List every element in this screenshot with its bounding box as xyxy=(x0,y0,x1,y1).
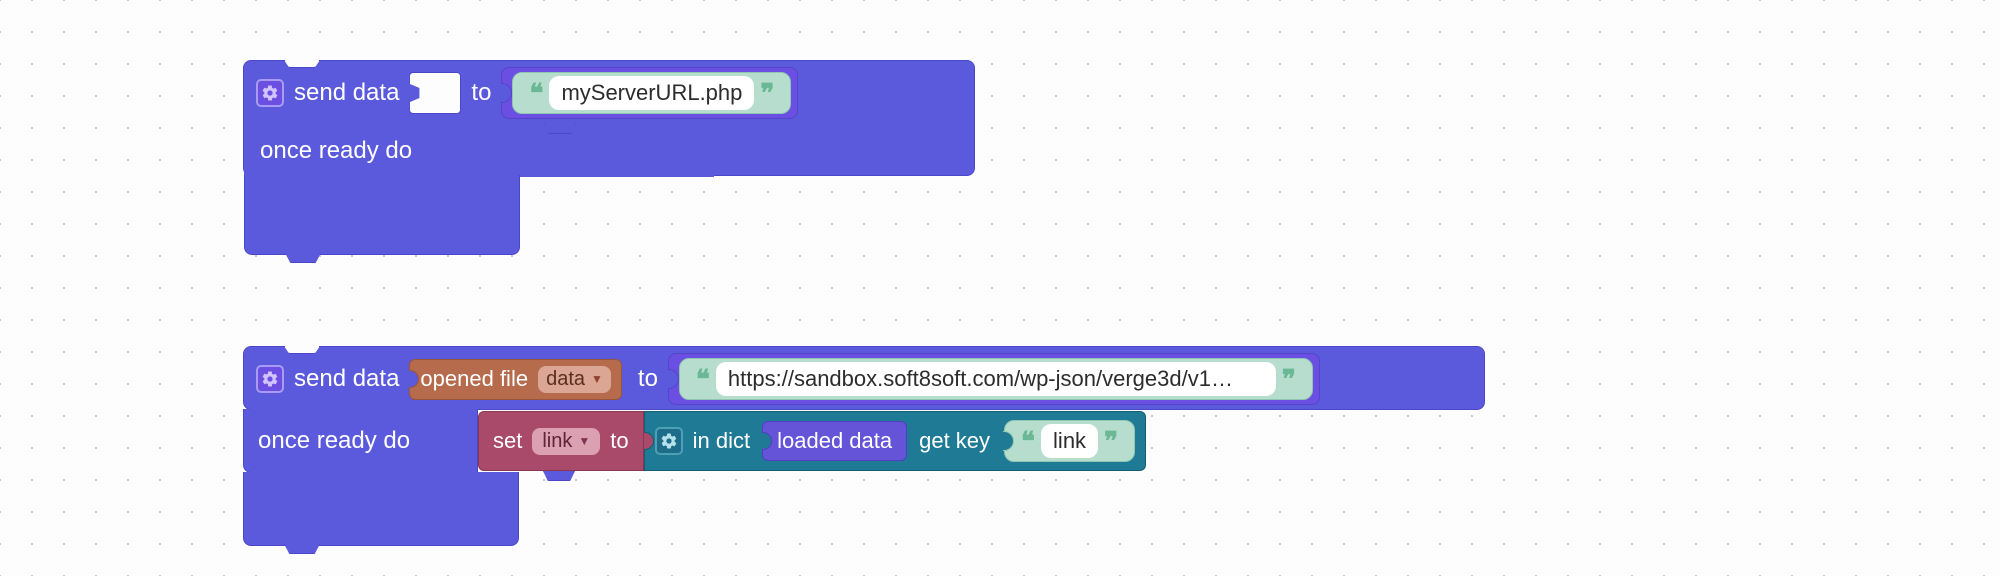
set-var-dropdown[interactable]: link ▼ xyxy=(532,428,600,455)
opened-file-dropdown[interactable]: data ▼ xyxy=(538,366,611,393)
close-quote-icon: ❞ xyxy=(754,78,780,109)
in-dict-block[interactable]: in dict loaded data get key ❝ link ❞ xyxy=(644,411,1146,471)
url-value[interactable]: https://sandbox.soft8soft.com/wp-json/ve… xyxy=(716,362,1276,396)
open-quote-icon: ❝ xyxy=(1015,426,1041,457)
text-literal-block[interactable]: ❝ https://sandbox.soft8soft.com/wp-json/… xyxy=(668,353,1320,405)
to-label: to xyxy=(471,79,491,107)
set-var-block-body[interactable]: set link ▼ to xyxy=(478,411,644,471)
key-value[interactable]: link xyxy=(1041,424,1098,458)
block-top-notch xyxy=(284,60,320,68)
text-literal-block[interactable]: ❝ link ❞ xyxy=(1004,420,1135,462)
gear-icon[interactable] xyxy=(256,79,284,107)
once-ready-do-label: once ready do xyxy=(258,427,410,455)
close-quote-icon: ❞ xyxy=(1098,426,1124,457)
chevron-down-icon: ▼ xyxy=(578,434,590,448)
gear-icon[interactable] xyxy=(655,427,683,455)
once-ready-do-label: once ready do xyxy=(260,137,412,165)
get-key-label: get key xyxy=(919,428,990,454)
inner-connection-tab xyxy=(543,471,575,481)
in-dict-label: in dict xyxy=(693,428,750,454)
send-data-block-1[interactable]: send data to ❝ myServerURL.php ❞ once re… xyxy=(243,60,975,176)
to-label: to xyxy=(638,365,658,393)
block-top-notch xyxy=(284,346,320,354)
chevron-down-icon: ▼ xyxy=(591,372,603,386)
block-tail xyxy=(244,175,520,255)
block-tail xyxy=(243,472,519,546)
block-bottom-tab xyxy=(284,544,320,554)
puzzle-canvas[interactable]: send data to ❝ myServerURL.php ❞ once re… xyxy=(0,0,2000,576)
open-quote-icon: ❝ xyxy=(523,78,549,109)
send-data-label: send data xyxy=(294,79,399,107)
gear-icon[interactable] xyxy=(256,365,284,393)
variable-loaded-data[interactable]: loaded data xyxy=(762,421,907,461)
opened-file-block[interactable]: opened file data ▼ xyxy=(409,359,621,400)
text-literal-block[interactable]: ❝ myServerURL.php ❞ xyxy=(501,67,798,119)
set-to-label: to xyxy=(610,428,628,454)
url-value[interactable]: myServerURL.php xyxy=(549,76,754,110)
block-bottom-tab xyxy=(285,253,321,263)
once-ready-row: once ready do xyxy=(243,409,478,473)
open-quote-icon: ❝ xyxy=(690,364,716,395)
set-var-block[interactable]: set link ▼ to in dict loaded data get ke… xyxy=(478,411,1146,471)
send-data-label: send data xyxy=(294,365,399,393)
close-quote-icon: ❞ xyxy=(1276,364,1302,395)
opened-file-label: opened file xyxy=(420,366,528,392)
inner-connection-tab xyxy=(544,124,576,134)
set-label: set xyxy=(493,428,522,454)
send-data-block-2[interactable]: send data opened file data ▼ to ❝ https:… xyxy=(243,346,1485,410)
send-data-payload-slot[interactable] xyxy=(409,72,461,114)
